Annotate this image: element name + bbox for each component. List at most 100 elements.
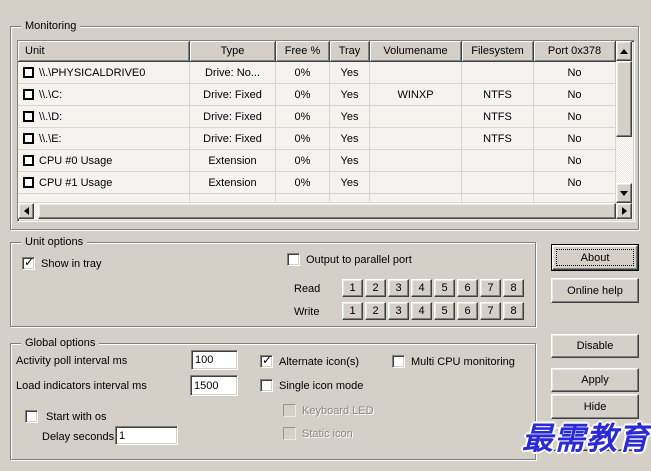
multi-cpu-checkbox[interactable] (392, 355, 405, 368)
write-port-button-3[interactable]: 3 (388, 302, 409, 320)
table-row[interactable]: \\.\C: Drive: Fixed 0% Yes WINXP NTFS No (18, 84, 616, 106)
unit-cell: CPU #1 Usage (39, 176, 113, 189)
table-row[interactable]: CPU #1 Usage Extension 0% Yes No (18, 172, 616, 194)
read-port-buttons: 1 2 3 4 5 6 7 8 (342, 279, 524, 297)
unit-cell: \\.\PHYSICALDRIVE0 (39, 66, 146, 79)
single-icon-mode-checkbox[interactable] (260, 379, 273, 392)
about-button[interactable]: About (552, 245, 638, 270)
write-label: Write (294, 306, 320, 318)
table-header-row: Unit Type Free % Tray Volumename Filesys… (18, 41, 616, 62)
tray-cell: Yes (330, 106, 370, 128)
volume-cell (370, 172, 462, 194)
apply-button-label: Apply (581, 374, 609, 386)
scroll-down-icon (620, 190, 628, 196)
column-header-port[interactable]: Port 0x378 (534, 41, 616, 62)
volume-cell (370, 62, 462, 84)
keyboard-led-label: Keyboard LED (302, 405, 374, 417)
write-port-button-2[interactable]: 2 (365, 302, 386, 320)
show-in-tray-checkbox[interactable] (22, 255, 35, 270)
write-port-button-4[interactable]: 4 (411, 302, 432, 320)
row-checkbox[interactable] (23, 67, 34, 78)
start-with-os-label: Start with os (46, 411, 107, 423)
type-cell: Extension (190, 150, 276, 172)
read-port-button-4[interactable]: 4 (411, 279, 432, 297)
column-header-volumename[interactable]: Volumename (370, 41, 462, 62)
row-checkbox[interactable] (23, 111, 34, 122)
delay-seconds-input[interactable] (115, 426, 178, 445)
scroll-up-icon (620, 48, 628, 54)
read-port-button-8[interactable]: 8 (503, 279, 524, 297)
type-cell: Drive: No... (190, 62, 276, 84)
vscroll-thumb[interactable] (616, 61, 632, 137)
static-icon-label: Static icon (302, 428, 353, 440)
free-cell: 0% (276, 62, 330, 84)
scroll-left-icon (23, 207, 29, 215)
tray-cell: Yes (330, 172, 370, 194)
scroll-down-button[interactable] (616, 183, 632, 203)
port-cell: No (534, 128, 616, 150)
write-port-button-7[interactable]: 7 (480, 302, 501, 320)
read-port-button-5[interactable]: 5 (434, 279, 455, 297)
output-parallel-port-checkbox[interactable] (287, 253, 300, 266)
hide-button-label: Hide (583, 400, 607, 413)
activity-poll-input[interactable] (191, 350, 238, 370)
read-port-button-1[interactable]: 1 (342, 279, 363, 297)
delay-seconds-label: Delay seconds (42, 431, 115, 443)
horizontal-scrollbar (18, 203, 632, 219)
table-row[interactable]: CPU #0 Usage Extension 0% Yes No (18, 150, 616, 172)
table-row[interactable]: \\.\D: Drive: Fixed 0% Yes NTFS No (18, 106, 616, 128)
online-help-button[interactable]: Online help (551, 278, 639, 303)
free-cell: 0% (276, 172, 330, 194)
table-filler-row (18, 194, 616, 203)
column-header-tray[interactable]: Tray (330, 41, 370, 62)
row-checkbox[interactable] (23, 155, 34, 166)
read-port-button-2[interactable]: 2 (365, 279, 386, 297)
tray-cell: Yes (330, 84, 370, 106)
column-header-free[interactable]: Free % (276, 41, 330, 62)
apply-button[interactable]: Apply (551, 368, 639, 392)
scroll-left-button[interactable] (18, 203, 34, 219)
activity-poll-label: Activity poll interval ms (16, 355, 128, 367)
column-header-filesystem[interactable]: Filesystem (462, 41, 534, 62)
type-cell: Extension (190, 172, 276, 194)
write-port-button-1[interactable]: 1 (342, 302, 363, 320)
single-icon-mode-label: Single icon mode (279, 380, 364, 392)
load-indicators-input[interactable] (190, 375, 238, 396)
write-port-button-8[interactable]: 8 (503, 302, 524, 320)
table-row[interactable]: \\.\E: Drive: Fixed 0% Yes NTFS No (18, 128, 616, 150)
scroll-right-button[interactable] (616, 203, 632, 219)
disable-button[interactable]: Disable (551, 334, 639, 358)
static-icon-checkbox (283, 427, 296, 440)
unit-cell: CPU #0 Usage (39, 154, 113, 167)
row-checkbox[interactable] (23, 177, 34, 188)
column-header-type[interactable]: Type (190, 41, 276, 62)
hide-button[interactable]: Hide (551, 394, 639, 419)
read-port-button-7[interactable]: 7 (480, 279, 501, 297)
type-cell: Drive: Fixed (190, 128, 276, 150)
volume-cell (370, 150, 462, 172)
disable-button-label: Disable (576, 340, 614, 352)
start-with-os-checkbox[interactable] (25, 410, 38, 423)
filesystem-cell (462, 62, 534, 84)
read-port-button-6[interactable]: 6 (457, 279, 478, 297)
tray-cell: Yes (330, 128, 370, 150)
row-checkbox[interactable] (23, 133, 34, 144)
alternate-icons-checkbox[interactable] (260, 353, 273, 368)
hscroll-thumb[interactable] (38, 203, 616, 219)
volume-cell (370, 106, 462, 128)
read-port-button-3[interactable]: 3 (388, 279, 409, 297)
write-port-button-5[interactable]: 5 (434, 302, 455, 320)
volume-cell: WINXP (370, 84, 462, 106)
column-header-unit[interactable]: Unit (18, 41, 190, 62)
write-port-button-6[interactable]: 6 (457, 302, 478, 320)
row-checkbox[interactable] (23, 89, 34, 100)
alternate-icons-label: Alternate icon(s) (279, 356, 360, 368)
port-cell: No (534, 84, 616, 106)
free-cell: 0% (276, 106, 330, 128)
output-parallel-port-label: Output to parallel port (306, 254, 412, 266)
filesystem-cell: NTFS (462, 128, 534, 150)
type-cell: Drive: Fixed (190, 106, 276, 128)
multi-cpu-label: Multi CPU monitoring (411, 356, 515, 368)
scroll-up-button[interactable] (616, 41, 632, 61)
table-row[interactable]: \\.\PHYSICALDRIVE0 Drive: No... 0% Yes N… (18, 62, 616, 84)
